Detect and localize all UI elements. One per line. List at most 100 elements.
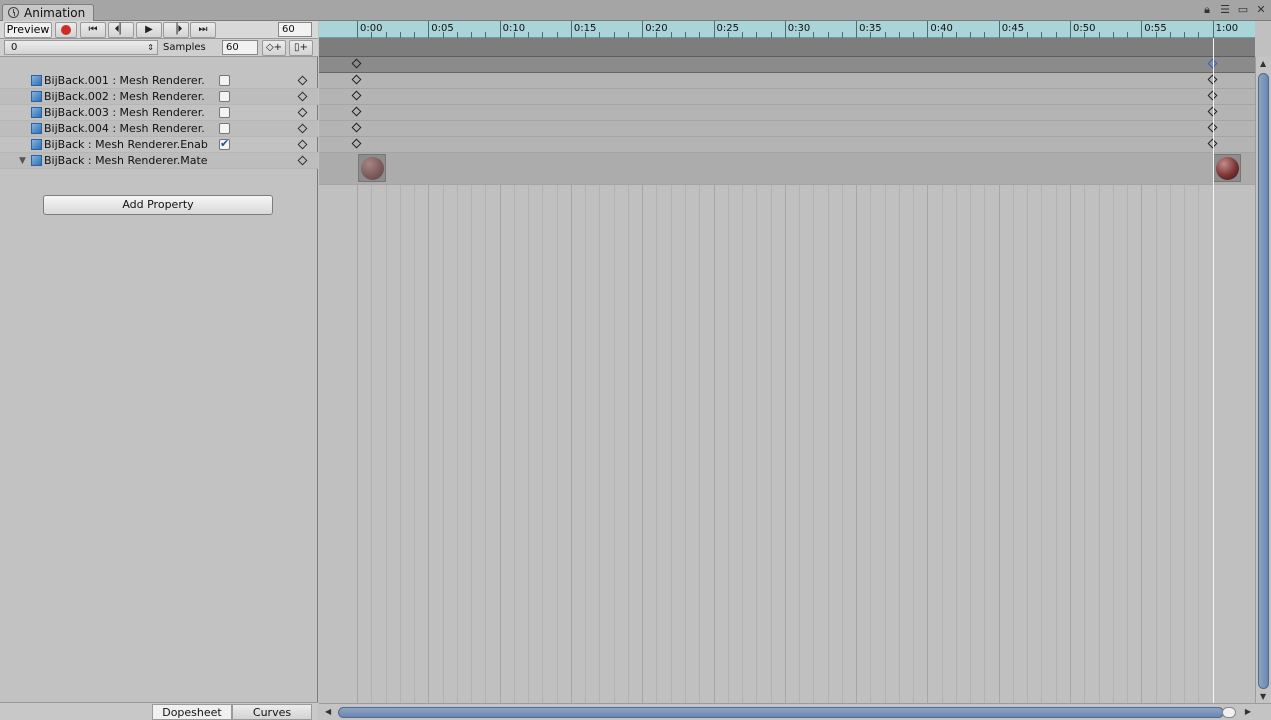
first-key-button[interactable]: ⏮ — [80, 22, 106, 38]
samples-label: Samples — [163, 42, 206, 53]
timeline-row — [319, 153, 1255, 185]
ruler-label: 1:00 — [1215, 23, 1239, 34]
property-row[interactable]: BijBack.003 : Mesh Renderer. — [0, 105, 318, 121]
frame-field[interactable]: 60 — [278, 22, 312, 37]
timeline-row — [319, 137, 1255, 153]
vertical-scroll-thumb[interactable] — [1258, 73, 1269, 689]
expand-triangle-icon[interactable]: ▼ — [19, 156, 26, 166]
keyframe-icon[interactable] — [297, 107, 308, 118]
property-checkbox[interactable] — [219, 123, 230, 134]
ruler-major-tick — [784, 21, 786, 38]
add-keyframe-icon: ◇+ — [265, 42, 283, 53]
timeline-row — [319, 121, 1255, 137]
samples-field[interactable]: 60 — [222, 40, 258, 55]
sphere-material-preview — [361, 157, 384, 180]
ruler-major-tick — [1070, 21, 1071, 38]
property-label: BijBack : Mesh Renderer.Enab — [44, 138, 208, 151]
property-row[interactable]: ▼ BijBack : Mesh Renderer.Mate — [0, 153, 318, 169]
time-ruler[interactable]: 0:00 0:05 0:10 0:15 0:20 0:25 0:30 0:35 0:40 0:45… — [319, 21, 1255, 38]
add-event-icon: ▯+ — [294, 42, 308, 53]
clip-dropdown-value: 0 — [11, 42, 18, 53]
scroll-up-icon[interactable]: ▲ — [1260, 59, 1266, 68]
material-thumbnail[interactable] — [358, 154, 386, 182]
timeline-rows — [319, 73, 1255, 185]
property-label: BijBack.002 : Mesh Renderer. — [44, 90, 205, 103]
ruler-major-tick — [642, 21, 644, 38]
horizontal-scrollbar[interactable]: ◀ ▶ — [319, 703, 1271, 720]
vertical-scrollbar[interactable]: ▲ ▼ — [1255, 57, 1271, 703]
ruler-major-tick — [927, 21, 929, 38]
property-label: BijBack.003 : Mesh Renderer. — [44, 106, 205, 119]
property-row[interactable]: BijBack : Mesh Renderer.Enab ✔ — [0, 137, 318, 153]
property-row[interactable]: BijBack.001 : Mesh Renderer. — [0, 73, 318, 89]
property-label: BijBack.004 : Mesh Renderer. — [44, 122, 205, 135]
playhead[interactable] — [1213, 38, 1214, 703]
timeline-row — [319, 73, 1255, 89]
window-controls: 🔒︎ ☰ ▭ ✕ — [1201, 3, 1267, 17]
timeline-row — [319, 89, 1255, 105]
clip-toolbar: 0 ⇕ Samples 60 ◇+ ▯+ — [0, 39, 318, 57]
scroll-down-icon[interactable]: ▼ — [1260, 692, 1266, 701]
timeline-row — [319, 105, 1255, 121]
property-label: BijBack.001 : Mesh Renderer. — [44, 74, 205, 87]
tab-curves[interactable]: Curves — [232, 704, 312, 720]
ruler-major-tick — [570, 21, 572, 38]
ruler-major-tick — [499, 21, 501, 38]
clock-icon — [8, 7, 19, 18]
horizontal-scroll-thumb[interactable] — [338, 707, 1224, 718]
record-icon — [61, 25, 71, 35]
ruler-major-tick — [1212, 21, 1214, 38]
last-key-button[interactable]: ⏭ — [190, 22, 216, 38]
sphere-material-preview — [1215, 157, 1239, 180]
next-key-icon: ▕⏵︎ — [169, 24, 183, 35]
prev-key-button[interactable]: ⏴︎▏ — [108, 22, 134, 38]
playback-toolbar: Preview ⏮ ⏴︎▏ ▶ ▕⏵︎ ⏭ 60 — [0, 21, 318, 39]
view-mode-tabs: Dopesheet Curves — [0, 702, 318, 720]
clip-dropdown[interactable]: 0 ⇕ — [4, 40, 158, 55]
scroll-right-icon[interactable]: ▶ — [1245, 707, 1251, 716]
dopesheet-timeline[interactable]: 0:00 0:05 0:10 0:15 0:20 0:25 0:30 0:35 0:40 0:45… — [319, 21, 1271, 720]
scroll-resize-handle[interactable] — [1222, 707, 1236, 718]
ruler-major-tick — [998, 21, 1000, 38]
property-checkbox[interactable] — [219, 107, 230, 118]
mesh-renderer-icon — [31, 107, 42, 118]
preview-button[interactable]: Preview — [4, 22, 52, 38]
ruler-major-tick — [713, 21, 715, 38]
keyframe-icon[interactable] — [297, 75, 308, 86]
close-icon[interactable]: ✕ — [1255, 3, 1267, 17]
property-checkbox[interactable] — [219, 75, 230, 86]
property-row[interactable]: BijBack.004 : Mesh Renderer. — [0, 121, 318, 137]
mesh-renderer-icon — [31, 123, 42, 134]
mesh-renderer-icon — [31, 155, 42, 166]
keyframe-icon[interactable] — [297, 123, 308, 134]
scroll-left-icon[interactable]: ◀ — [325, 707, 331, 716]
property-checkbox[interactable] — [219, 91, 230, 102]
animation-window-tab[interactable]: Animation — [2, 4, 94, 22]
lock-icon[interactable]: 🔒︎ — [1201, 3, 1213, 17]
property-row[interactable]: BijBack.002 : Mesh Renderer. — [0, 89, 318, 105]
play-button[interactable]: ▶ — [136, 22, 162, 38]
menu-icon[interactable]: ☰ — [1219, 3, 1231, 17]
ruler-major-tick — [856, 21, 858, 38]
next-key-button[interactable]: ▕⏵︎ — [163, 22, 189, 38]
material-thumbnail[interactable] — [1212, 154, 1241, 182]
keyframe-icon[interactable] — [297, 155, 308, 166]
keyframe-icon[interactable] — [297, 91, 308, 102]
property-checkbox[interactable]: ✔ — [219, 138, 230, 150]
mesh-renderer-icon — [31, 75, 42, 86]
add-keyframe-button[interactable]: ◇+ — [262, 40, 286, 56]
window-tab-strip: Animation 🔒︎ ☰ ▭ ✕ — [0, 0, 1271, 22]
prev-key-icon: ⏴︎▏ — [114, 24, 128, 35]
event-bar[interactable] — [319, 38, 1255, 57]
mesh-renderer-icon — [31, 139, 42, 150]
add-event-button[interactable]: ▯+ — [289, 40, 313, 56]
updown-arrow-icon: ⇕ — [147, 43, 154, 52]
add-property-button[interactable]: Add Property — [43, 195, 273, 215]
record-button[interactable] — [55, 22, 77, 38]
tab-dopesheet[interactable]: Dopesheet — [152, 704, 232, 720]
last-key-icon: ⏭ — [198, 24, 208, 35]
maximize-icon[interactable]: ▭ — [1237, 3, 1249, 17]
ruler-major-tick — [428, 21, 430, 38]
keyframe-icon[interactable] — [297, 139, 308, 150]
first-key-icon: ⏮ — [88, 24, 98, 35]
